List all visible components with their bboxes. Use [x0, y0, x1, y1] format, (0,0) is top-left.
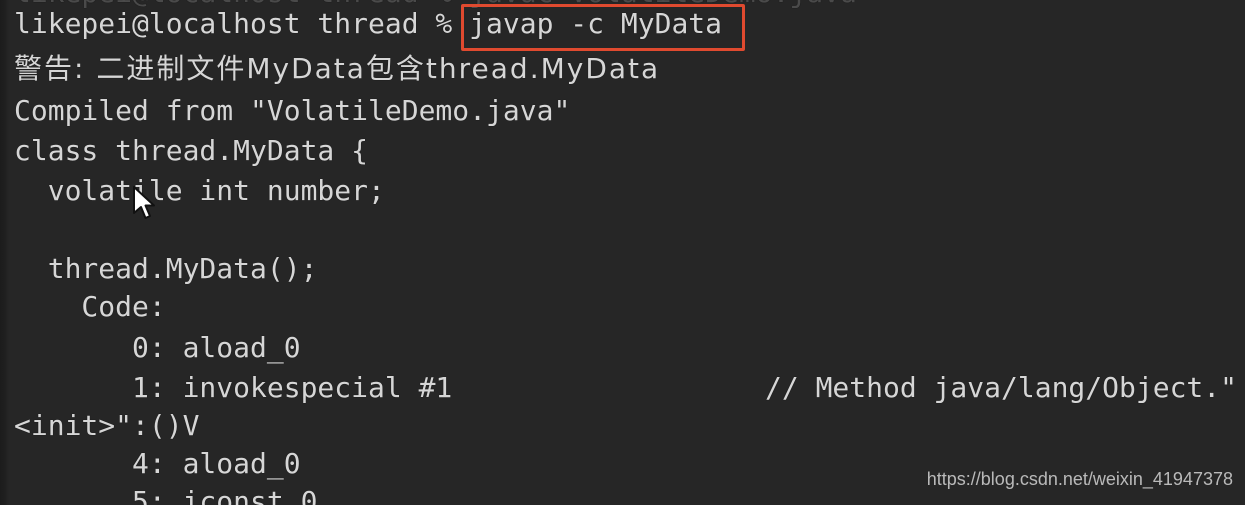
terminal-line-warning: 警告: 二进制文件MyData包含thread.MyData [14, 52, 661, 85]
terminal-line-code-label: Code: [14, 290, 166, 323]
terminal-line-field-declaration: volatile int number; [14, 174, 385, 207]
window-left-edge [0, 0, 9, 505]
terminal-line-bytecode-1-wrap: <init>":()V [14, 409, 200, 442]
terminal-line-bytecode-1: 1: invokespecial #1 [14, 371, 453, 404]
terminal-line-bytecode-0: 0: aload_0 [14, 331, 301, 364]
watermark-url: https://blog.csdn.net/weixin_41947378 [926, 469, 1233, 489]
terminal-window[interactable]: likepei@localhost thread % javac Volatil… [0, 0, 1245, 505]
terminal-line-prompt: likepei@localhost thread % javap -c MyDa… [14, 7, 723, 40]
terminal-line-bytecode-4: 4: aload_0 [14, 447, 301, 480]
terminal-line-constructor: thread.MyData(); [14, 252, 318, 285]
terminal-line-bytecode-5: 5: iconst_0 [14, 485, 318, 505]
terminal-line-compiled-from: Compiled from "VolatileDemo.java" [14, 94, 571, 127]
terminal-comment-invokespecial: // Method java/lang/Object." [765, 371, 1238, 404]
terminal-line-class-declaration: class thread.MyData { [14, 134, 369, 167]
